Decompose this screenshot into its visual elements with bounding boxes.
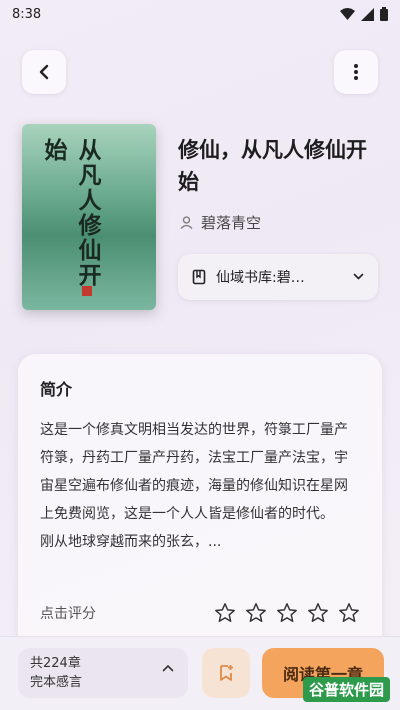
chapter-count: 共224章 [30,656,81,671]
status-bar: 8:38 [0,0,400,28]
intro-card: 简介 这是一个修真文明相当发达的世界，符箓工厂量产符箓，丹药工厂量产丹药，法宝工… [18,354,382,654]
author-name: 碧落青空 [201,214,262,232]
status-icons [340,7,388,21]
add-bookshelf-button[interactable] [202,648,250,698]
intro-text[interactable]: 这是一个修真文明相当发达的世界，符箓工厂量产符箓，丹药工厂量产丹药，法宝工厂量产… [40,416,360,556]
book-cover[interactable]: 从凡人修仙开始 [22,124,156,310]
bookmark-add-icon [220,665,233,681]
author-row[interactable]: 碧落青空 [180,212,261,233]
star-icon[interactable] [276,602,298,624]
watermark: 谷普软件园 [302,677,390,702]
signal-icon [361,7,374,21]
rating-label: 点击评分 [40,606,96,622]
star-icon[interactable] [338,602,360,624]
star-rating[interactable] [214,602,360,624]
battery-icon [380,7,388,21]
wifi-icon [340,8,355,20]
person-icon [180,216,193,229]
more-vertical-icon [354,64,358,80]
intro-heading: 简介 [40,380,73,399]
chapter-list-button[interactable]: 共224章 完本感言 [18,648,188,698]
status-time: 8:38 [12,6,42,22]
star-icon[interactable] [245,602,267,624]
star-icon[interactable] [307,602,329,624]
cover-title: 从凡人修仙开始 [40,138,101,288]
star-icon[interactable] [214,602,236,624]
source-selector[interactable]: 仙域书库:碧… [178,254,378,300]
more-options-button[interactable] [334,50,378,94]
chevron-up-icon [162,664,174,672]
cover-seal [82,286,92,296]
chevron-down-icon [353,273,364,280]
book-icon [192,269,206,285]
latest-chapter: 完本感言 [30,675,83,690]
rating-row: 点击评分 [40,602,360,624]
book-title: 修仙，从凡人修仙开始 [178,138,367,194]
chevron-left-icon [39,64,49,80]
source-label: 仙域书库:碧… [216,270,305,286]
back-button[interactable] [22,50,66,94]
